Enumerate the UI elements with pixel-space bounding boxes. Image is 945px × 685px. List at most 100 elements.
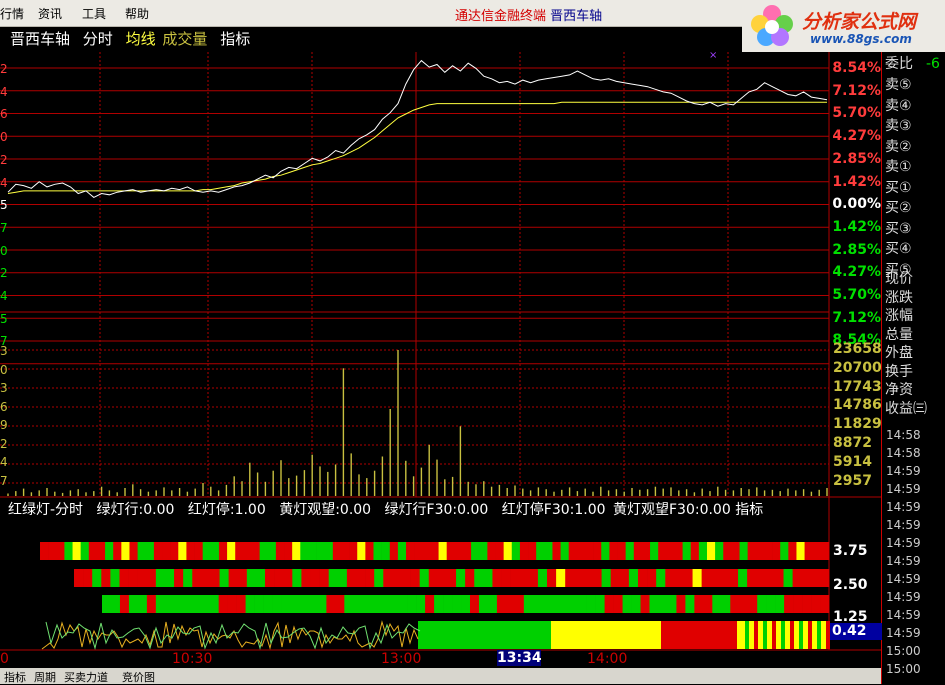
volume-axis-label: 11829 bbox=[833, 416, 882, 433]
signal-cell bbox=[357, 542, 366, 560]
left-axis-tick: 0 bbox=[0, 243, 8, 258]
price-axis-label: 1.42% bbox=[832, 173, 881, 190]
x-label-1300: 13:00 bbox=[381, 651, 422, 667]
chart-grid bbox=[0, 52, 881, 651]
signal-cell bbox=[397, 542, 407, 560]
price-axis-label: 7.12% bbox=[832, 309, 881, 326]
left-volume-tick: 3 bbox=[0, 344, 8, 358]
stat-label: 收益㈢ bbox=[885, 400, 927, 417]
signal-cell bbox=[586, 595, 596, 613]
signal-cell bbox=[728, 569, 739, 587]
signal-cell bbox=[373, 542, 382, 560]
signal-cell bbox=[218, 595, 228, 613]
tab-auction[interactable]: 竞价图 bbox=[122, 669, 155, 685]
signal-cell bbox=[765, 569, 775, 587]
signal-cell bbox=[706, 542, 716, 560]
signal-cell bbox=[200, 595, 211, 613]
indicator-label[interactable]: 指标 bbox=[220, 30, 250, 48]
mode-label[interactable]: 分时 bbox=[83, 30, 113, 48]
signal-cell bbox=[757, 595, 767, 613]
signal-cell bbox=[56, 542, 65, 560]
signal-cell bbox=[628, 569, 639, 587]
signal-cell bbox=[492, 569, 502, 587]
left-axis-tick: 2 bbox=[0, 152, 8, 167]
tick-time: 15:00 bbox=[886, 662, 921, 676]
tab-buy-sell[interactable]: 买卖力道 bbox=[64, 669, 108, 685]
site-logo: 分析家公式网 www.88gs.com bbox=[742, 0, 945, 52]
signal-level-2: 2.50 bbox=[833, 577, 868, 593]
signal-cell bbox=[763, 542, 773, 560]
tick-time: 14:58 bbox=[886, 446, 921, 460]
tab-indicator[interactable]: 指标 bbox=[4, 669, 26, 685]
osc-yellow-block bbox=[551, 621, 661, 649]
signal-cell bbox=[353, 595, 363, 613]
signal-cell bbox=[335, 595, 345, 613]
signal-cell bbox=[774, 569, 784, 587]
signal-cell bbox=[610, 569, 621, 587]
signal-cell bbox=[487, 595, 498, 613]
signal-cell bbox=[698, 542, 708, 560]
left-axis-tick: 2 bbox=[0, 62, 8, 76]
signal-cell bbox=[819, 569, 830, 587]
signal-cell bbox=[559, 595, 570, 613]
signal-cell bbox=[146, 569, 157, 587]
signal-cell bbox=[255, 569, 266, 587]
signal-cell bbox=[301, 569, 311, 587]
signal-cell bbox=[747, 542, 757, 560]
signal-cell bbox=[414, 542, 423, 560]
signal-cell bbox=[119, 595, 130, 613]
signal-cell bbox=[583, 569, 593, 587]
signal-cell bbox=[209, 595, 219, 613]
signal-cell bbox=[592, 569, 602, 587]
stat-label: 现价 bbox=[885, 271, 913, 287]
signal-cell bbox=[227, 542, 236, 560]
signal-cell bbox=[649, 595, 659, 613]
tick-time: 14:59 bbox=[886, 464, 921, 478]
osc-stripe bbox=[763, 621, 767, 649]
stat-label: 净资 bbox=[885, 382, 913, 398]
signal-cell bbox=[443, 595, 453, 613]
indicator-param-5: 红灯停F30:1.00 bbox=[501, 502, 606, 518]
signal-cell bbox=[552, 542, 561, 560]
signal-cell bbox=[192, 569, 202, 587]
stat-label: 涨跌 bbox=[885, 289, 913, 306]
signal-cell bbox=[495, 542, 504, 560]
indicator-param-6: 黄灯观望F30:0.00 指标 bbox=[612, 502, 764, 518]
signal-cell bbox=[784, 595, 794, 613]
signal-cell bbox=[617, 542, 626, 560]
signal-cell bbox=[173, 595, 184, 613]
signal-cell bbox=[637, 569, 648, 587]
signal-cell bbox=[712, 595, 722, 613]
signal-cell bbox=[550, 595, 561, 613]
indicator-param-2: 红灯停:1.00 bbox=[187, 502, 266, 518]
signal-cell bbox=[316, 542, 325, 560]
signal-cell bbox=[129, 542, 138, 560]
signal-cell bbox=[308, 595, 318, 613]
signal-cell bbox=[110, 569, 120, 587]
cursor-time: 13:34 bbox=[497, 650, 542, 666]
signal-cell bbox=[153, 542, 163, 560]
tab-period[interactable]: 周期 bbox=[34, 669, 56, 685]
signal-cell bbox=[812, 542, 822, 560]
signal-cell bbox=[275, 542, 285, 560]
signal-cell bbox=[665, 569, 675, 587]
signal-cell bbox=[674, 569, 684, 587]
signal-cell bbox=[389, 595, 399, 613]
left-volume-tick: 6 bbox=[0, 399, 8, 414]
signal-cell bbox=[438, 542, 447, 560]
stat-label: 换手 bbox=[885, 363, 913, 380]
signal-cell bbox=[730, 595, 740, 613]
signal-cell bbox=[263, 595, 273, 613]
signal-cell bbox=[128, 569, 138, 587]
signal-cell bbox=[640, 595, 650, 613]
volume-label: 成交量 bbox=[162, 30, 208, 48]
intraday-chart[interactable]: × bbox=[0, 0, 945, 684]
volume-axis-label: 2957 bbox=[833, 472, 872, 489]
signal-cell bbox=[365, 569, 375, 587]
left-axis-tick: 4 bbox=[0, 175, 8, 190]
weibi-value: -6 bbox=[926, 56, 940, 72]
signal-cell bbox=[523, 595, 534, 613]
signal-cell bbox=[810, 569, 821, 587]
signal-cell bbox=[191, 595, 202, 613]
signal-cell bbox=[692, 569, 702, 587]
